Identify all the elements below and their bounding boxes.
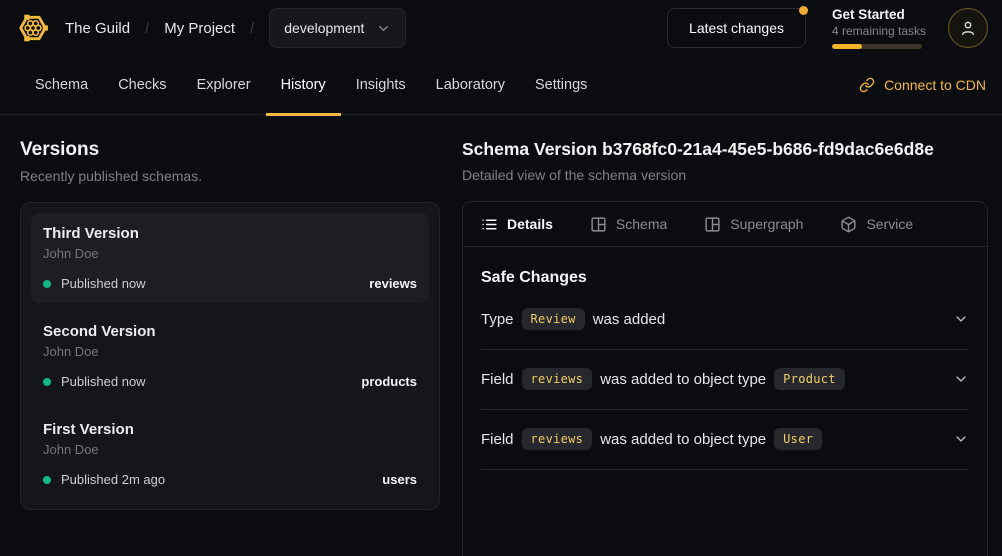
changes-section: Safe Changes Type Review was added Field… (463, 247, 987, 470)
code-badge: Review (522, 308, 585, 330)
version-author: John Doe (43, 442, 417, 457)
change-prefix: Type (481, 311, 514, 328)
code-badge: Product (774, 368, 845, 390)
target-nav-bar: Schema Checks Explorer History Insights … (0, 56, 1002, 115)
get-started-title: Get Started (832, 7, 922, 22)
code-badge: reviews (522, 368, 593, 390)
versions-column: Versions Recently published schemas. Thi… (0, 115, 462, 556)
versions-list: Third Version John Doe Published now rev… (20, 202, 440, 510)
version-author: John Doe (43, 246, 417, 261)
version-service: reviews (369, 276, 417, 291)
detail-tab-schema[interactable]: Schema (590, 216, 667, 233)
change-row-field-user[interactable]: Field reviews was added to object type U… (481, 410, 969, 470)
version-title: Second Version (43, 323, 417, 340)
hive-logo-icon[interactable] (16, 11, 50, 45)
published-status-dot-icon (43, 476, 51, 484)
get-started-progress-fill (832, 44, 862, 49)
detail-tab-supergraph[interactable]: Supergraph (704, 216, 803, 233)
get-started-progress (832, 44, 922, 49)
version-meta: Published 2m ago users (43, 472, 417, 487)
tab-insights[interactable]: Insights (341, 56, 421, 116)
published-status-dot-icon (43, 378, 51, 386)
version-item-second[interactable]: Second Version John Doe Published now pr… (31, 311, 429, 401)
schema-version-subtitle: Detailed view of the schema version (462, 167, 988, 183)
safe-changes-heading: Safe Changes (481, 269, 969, 287)
version-meta: Published now products (43, 374, 417, 389)
schema-version-panel: Details Schema Sup (462, 201, 988, 556)
breadcrumb-separator: / (145, 20, 149, 37)
change-description: was added (593, 311, 666, 328)
breadcrumb-project[interactable]: My Project (164, 20, 235, 37)
version-status: Published 2m ago (61, 472, 165, 487)
main-content: Versions Recently published schemas. Thi… (0, 115, 1002, 556)
change-text: Type Review was added (481, 308, 665, 330)
version-author: John Doe (43, 344, 417, 359)
breadcrumb: The Guild / My Project / (65, 20, 254, 37)
version-item-first[interactable]: First Version John Doe Published 2m ago … (31, 409, 429, 499)
chevron-down-icon[interactable] (953, 431, 969, 447)
connect-to-cdn-label: Connect to CDN (884, 77, 986, 93)
versions-title: Versions (20, 139, 440, 161)
latest-changes-button[interactable]: Latest changes (667, 8, 806, 48)
tab-laboratory[interactable]: Laboratory (421, 56, 520, 116)
versions-subtitle: Recently published schemas. (20, 168, 440, 184)
tab-explorer[interactable]: Explorer (182, 56, 266, 116)
code-badge: reviews (522, 428, 593, 450)
version-status: Published now (61, 276, 146, 291)
tab-schema[interactable]: Schema (20, 56, 103, 116)
tab-checks[interactable]: Checks (103, 56, 181, 116)
breadcrumb-separator: / (250, 20, 254, 37)
detail-tab-label: Schema (616, 216, 667, 232)
environment-select[interactable]: development (269, 8, 406, 48)
breadcrumb-org[interactable]: The Guild (65, 20, 130, 37)
user-icon (958, 18, 978, 38)
list-icon (481, 216, 498, 233)
link-icon (859, 77, 875, 93)
top-header: The Guild / My Project / development Lat… (0, 0, 1002, 56)
version-title: Third Version (43, 225, 417, 242)
change-prefix: Field (481, 371, 514, 388)
tab-history[interactable]: History (266, 56, 341, 116)
version-service: products (361, 374, 417, 389)
detail-tab-details[interactable]: Details (481, 216, 553, 233)
change-text: Field reviews was added to object type P… (481, 368, 853, 390)
version-title: First Version (43, 421, 417, 438)
chevron-down-icon (376, 21, 391, 36)
cube-icon (840, 216, 857, 233)
detail-tab-label: Supergraph (730, 216, 803, 232)
change-prefix: Field (481, 431, 514, 448)
version-status: Published now (61, 374, 146, 389)
notification-dot (799, 6, 808, 15)
change-description: was added to object type (600, 371, 766, 388)
detail-tabs: Details Schema Sup (463, 202, 987, 247)
detail-tab-service[interactable]: Service (840, 216, 913, 233)
latest-changes-label: Latest changes (689, 20, 784, 36)
connect-to-cdn-link[interactable]: Connect to CDN (859, 77, 986, 93)
published-status-dot-icon (43, 280, 51, 288)
chevron-down-icon[interactable] (953, 371, 969, 387)
detail-tab-label: Service (866, 216, 913, 232)
user-avatar[interactable] (948, 8, 988, 48)
change-row-field-product[interactable]: Field reviews was added to object type P… (481, 350, 969, 410)
header-right-group: Latest changes Get Started 4 remaining t… (667, 7, 988, 49)
panels-icon (590, 216, 607, 233)
code-badge: User (774, 428, 822, 450)
change-row-type-review[interactable]: Type Review was added (481, 290, 969, 350)
tab-settings[interactable]: Settings (520, 56, 602, 116)
schema-version-column: Schema Version b3768fc0-21a4-45e5-b686-f… (462, 115, 1002, 556)
version-meta: Published now reviews (43, 276, 417, 291)
chevron-down-icon[interactable] (953, 311, 969, 327)
nav-tabs: Schema Checks Explorer History Insights … (20, 56, 602, 114)
change-text: Field reviews was added to object type U… (481, 428, 830, 450)
change-description: was added to object type (600, 431, 766, 448)
environment-select-value: development (284, 20, 364, 36)
detail-tab-label: Details (507, 216, 553, 232)
get-started-subtitle: 4 remaining tasks (832, 24, 922, 38)
version-item-third[interactable]: Third Version John Doe Published now rev… (31, 213, 429, 303)
schema-version-title: Schema Version b3768fc0-21a4-45e5-b686-f… (462, 139, 988, 160)
panels-icon (704, 216, 721, 233)
version-service: users (382, 472, 417, 487)
get-started-widget[interactable]: Get Started 4 remaining tasks (832, 7, 922, 49)
